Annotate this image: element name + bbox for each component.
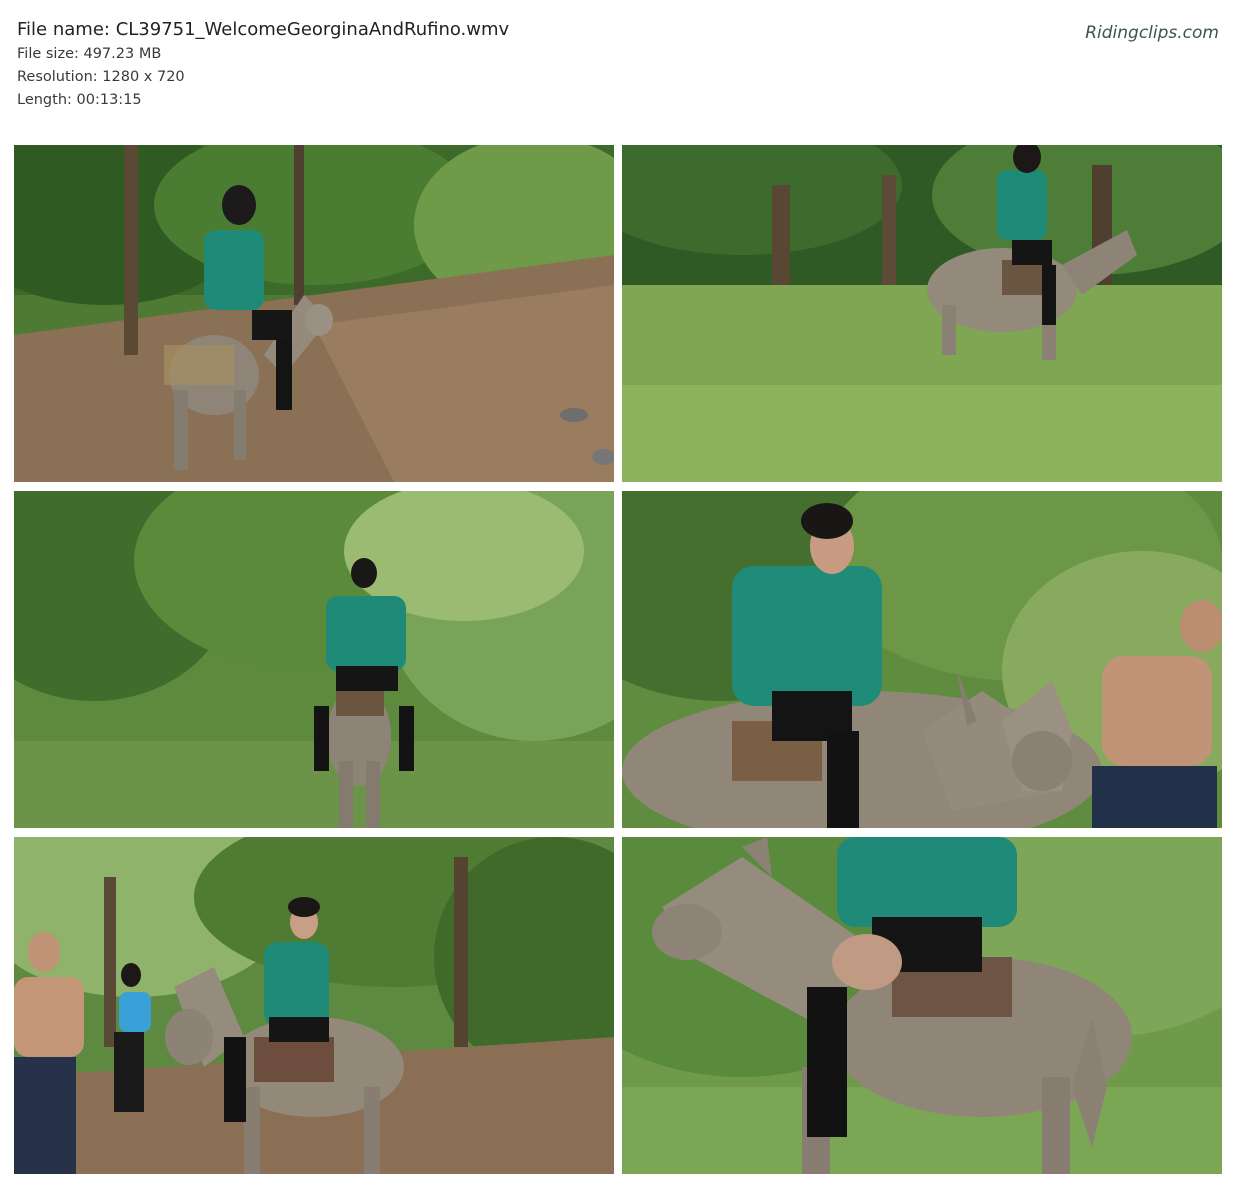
length-value: 00:13:15 [76, 92, 142, 108]
thumbnail-image-6 [622, 837, 1222, 1174]
thumbnail-image-2 [622, 145, 1222, 482]
site-brand: Ridingclips.com [1085, 23, 1219, 43]
file-size-line: File size: 497.23 MB [17, 43, 509, 66]
resolution-label: Resolution: [17, 69, 98, 85]
resolution-line: Resolution: 1280 x 720 [17, 66, 509, 89]
thumbnail-image-1 [14, 145, 614, 482]
file-size-label: File size: [17, 46, 79, 62]
file-info-header: File name: CL39751_WelcomeGeorginaAndRuf… [17, 18, 509, 112]
file-size-value: 497.23 MB [83, 46, 162, 62]
thumbnail-grid [14, 145, 1222, 1174]
thumbnail-image-3 [14, 491, 614, 828]
video-thumbnail-4[interactable] [622, 491, 1222, 828]
file-name-line: File name: CL39751_WelcomeGeorginaAndRuf… [17, 18, 509, 42]
file-name-label: File name: [17, 19, 110, 40]
length-line: Length: 00:13:15 [17, 89, 509, 112]
video-thumbnail-2[interactable] [622, 145, 1222, 482]
length-label: Length: [17, 92, 72, 108]
thumbnail-image-5 [14, 837, 614, 1174]
video-thumbnail-3[interactable] [14, 491, 614, 828]
thumbnail-image-4 [622, 491, 1222, 828]
video-thumbnail-6[interactable] [622, 837, 1222, 1174]
video-thumbnail-1[interactable] [14, 145, 614, 482]
file-name-value: CL39751_WelcomeGeorginaAndRufino.wmv [115, 19, 510, 40]
resolution-value: 1280 x 720 [102, 69, 185, 85]
video-thumbnail-5[interactable] [14, 837, 614, 1174]
